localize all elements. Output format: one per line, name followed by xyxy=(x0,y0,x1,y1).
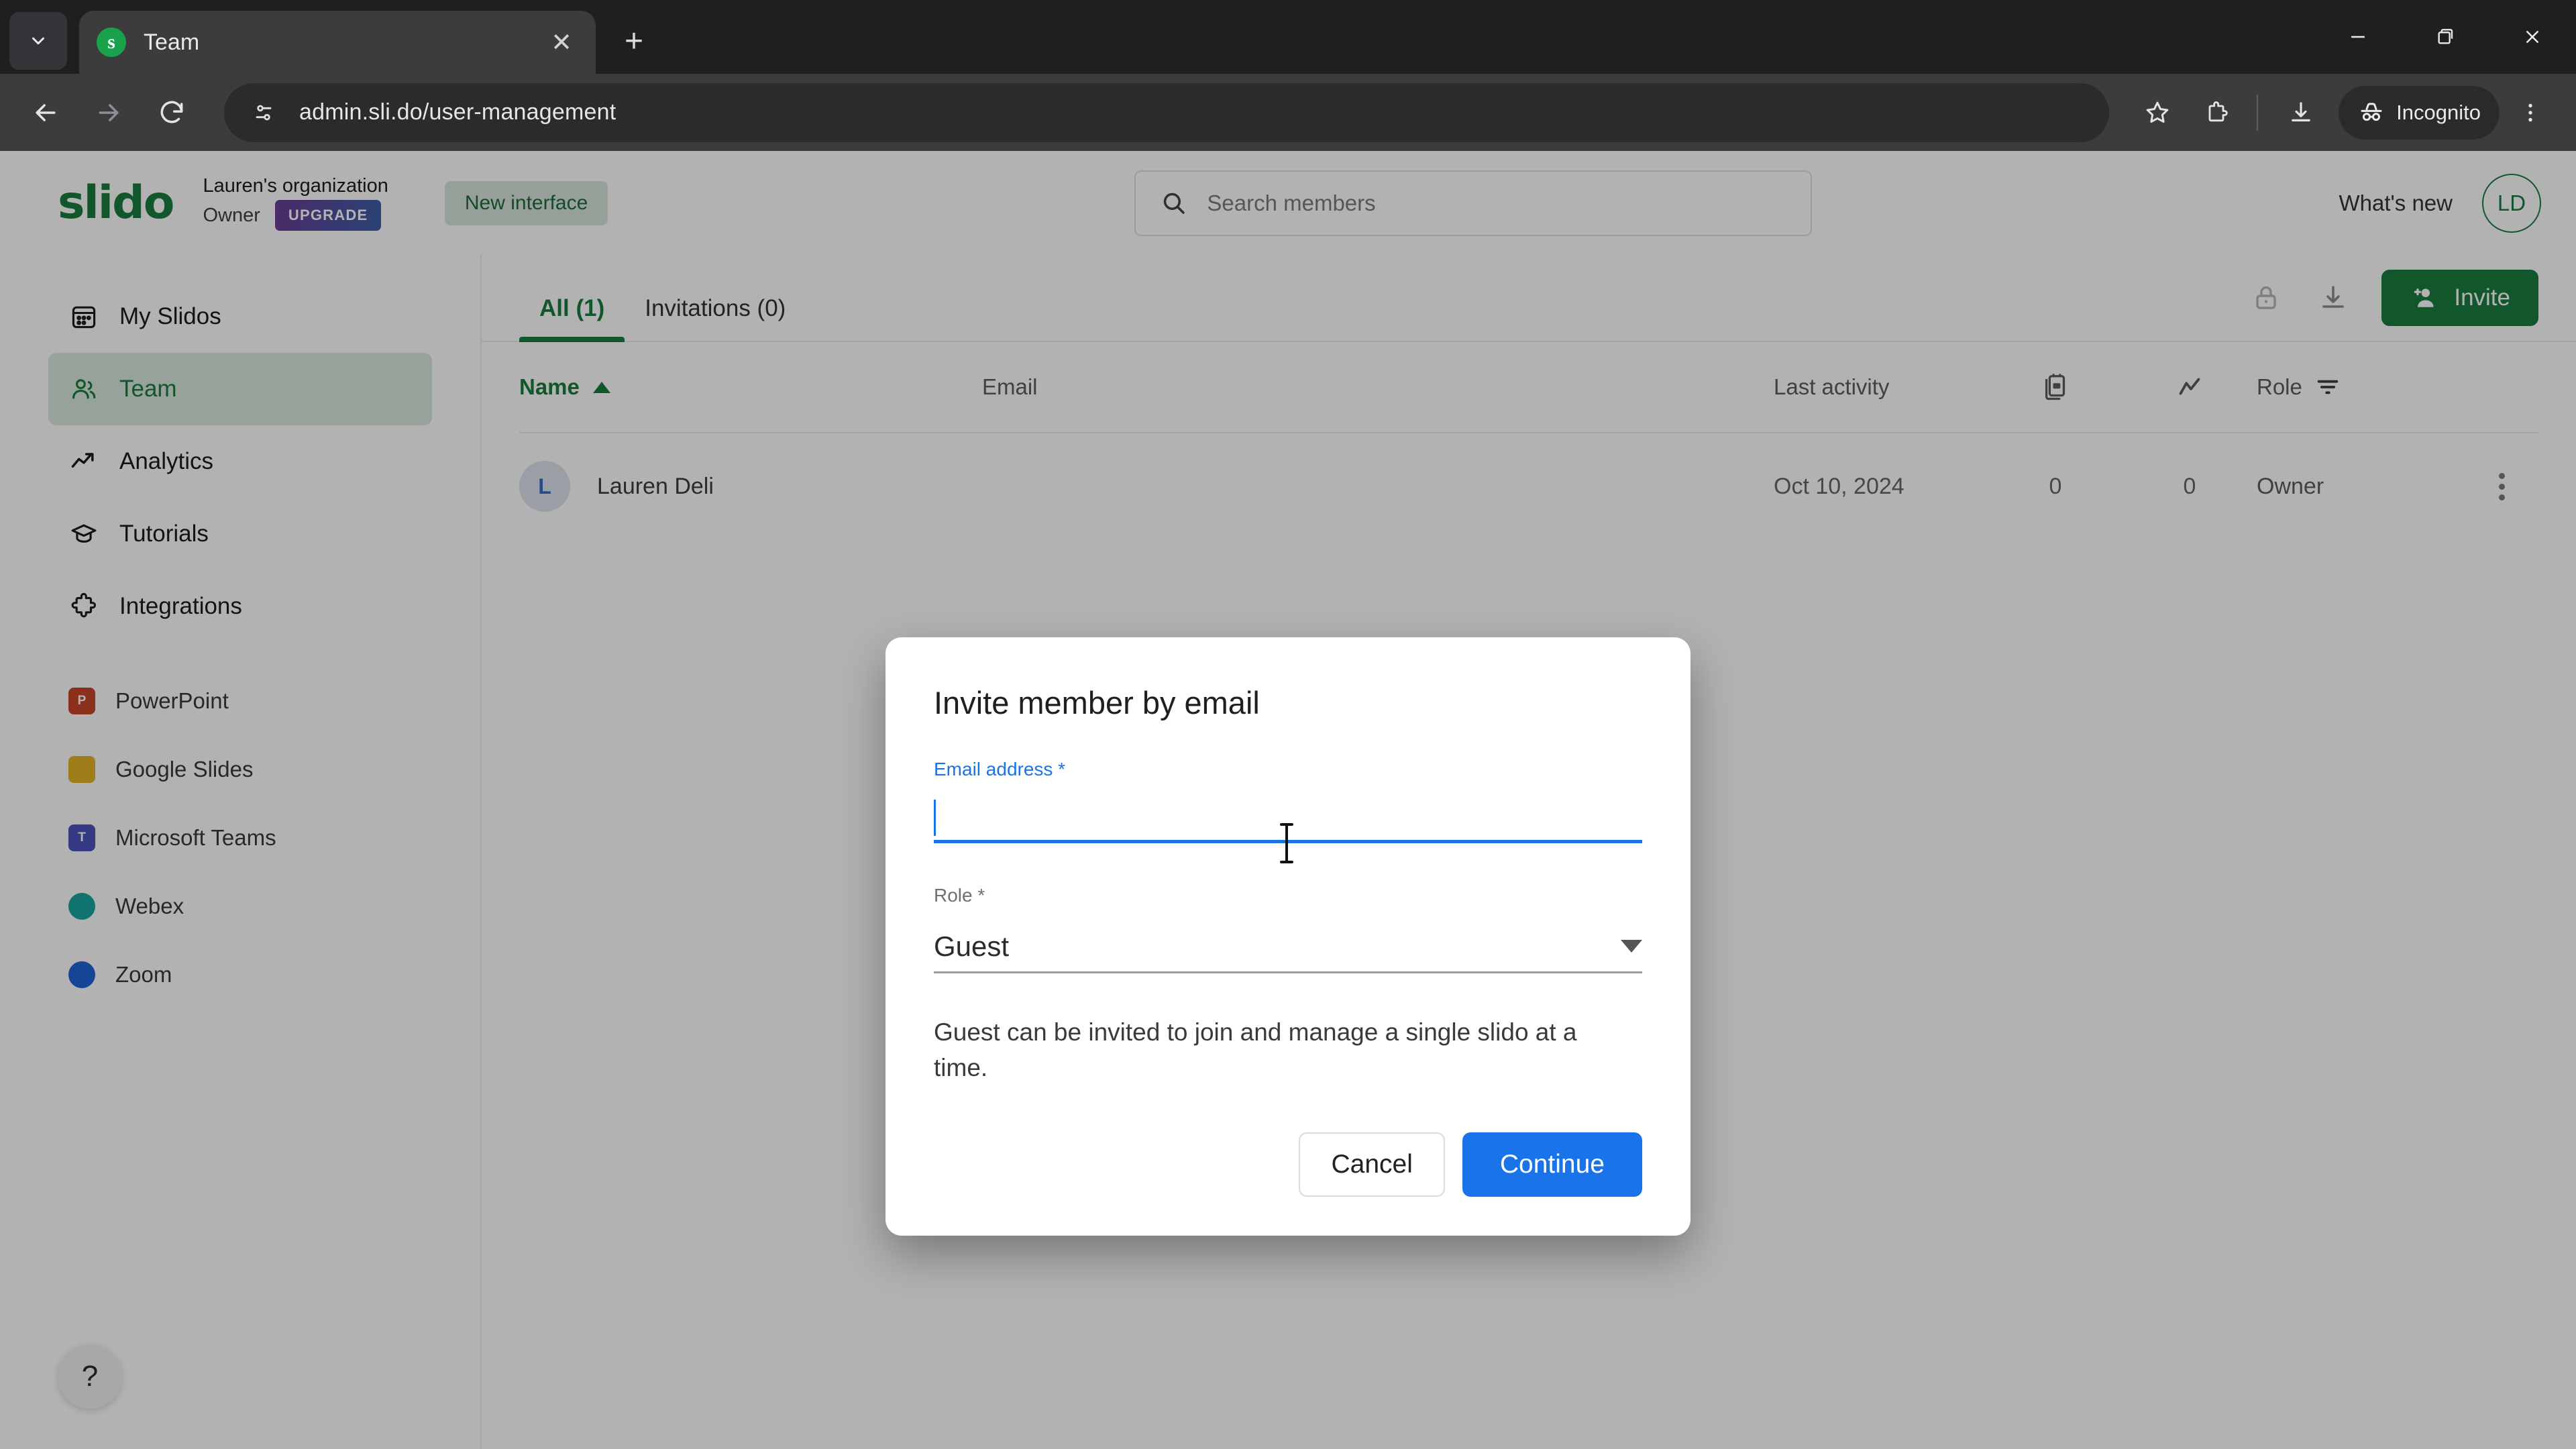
new-tab-button[interactable]: + xyxy=(610,17,657,64)
incognito-icon xyxy=(2361,102,2382,121)
maximize-icon[interactable] xyxy=(2402,0,2489,74)
arrow-right-icon xyxy=(99,103,119,121)
email-field[interactable] xyxy=(934,795,1642,843)
chevron-down-icon xyxy=(32,37,44,45)
incognito-profile-button[interactable]: Incognito xyxy=(2339,85,2500,140)
dialog-actions: Cancel Continue xyxy=(934,1132,1642,1197)
invite-member-dialog: Invite member by email Email address * R… xyxy=(885,637,1690,1236)
email-field-group: Email address * xyxy=(934,759,1642,843)
email-field-label: Email address * xyxy=(934,759,1066,780)
browser-tab-team[interactable]: s Team ✕ xyxy=(79,11,596,74)
tab-title: Team xyxy=(144,29,200,55)
page-viewport: slido Lauren's organization Owner UPGRAD… xyxy=(0,151,2576,1449)
download-icon[interactable] xyxy=(2273,85,2329,141)
forward-button[interactable] xyxy=(80,85,137,141)
back-button[interactable] xyxy=(17,85,74,141)
browser-toolbar: admin.sli.do/user-management Incognito xyxy=(0,74,2576,151)
close-window-icon[interactable] xyxy=(2489,0,2576,74)
cancel-button[interactable]: Cancel xyxy=(1299,1132,1445,1197)
dialog-title: Invite member by email xyxy=(934,685,1260,720)
extensions-icon[interactable] xyxy=(2188,85,2245,141)
tab-search-button[interactable] xyxy=(9,12,67,70)
role-selected-value: Guest xyxy=(934,930,1010,962)
role-description: Guest can be invited to join and manage … xyxy=(934,1018,1577,1081)
chevron-down-icon xyxy=(1621,940,1642,953)
browser-tab-strip: s Team ✕ + xyxy=(0,0,2576,74)
site-settings-icon[interactable] xyxy=(244,93,283,132)
role-field-label: Role * xyxy=(934,885,985,906)
window-controls xyxy=(2314,0,2576,74)
reload-button[interactable] xyxy=(144,85,200,141)
url-text: admin.sli.do/user-management xyxy=(299,99,616,125)
minimize-icon[interactable] xyxy=(2314,0,2402,74)
text-caret xyxy=(934,799,936,836)
bookmark-star-icon[interactable] xyxy=(2129,85,2186,141)
close-icon[interactable]: ✕ xyxy=(545,25,578,59)
reload-icon xyxy=(160,101,183,123)
continue-button[interactable]: Continue xyxy=(1462,1132,1642,1197)
browser-window: s Team ✕ + admin.sli.do/user-management … xyxy=(0,0,2576,1449)
arrow-left-icon xyxy=(36,103,56,121)
toolbar-divider xyxy=(2257,94,2259,131)
role-select[interactable]: Guest xyxy=(934,921,1642,973)
incognito-label: Incognito xyxy=(2396,100,2481,124)
role-field-group: Role * Guest xyxy=(934,885,1642,973)
slido-favicon-icon: s xyxy=(97,28,126,57)
browser-menu-icon[interactable] xyxy=(2502,85,2559,141)
address-bar[interactable]: admin.sli.do/user-management xyxy=(224,83,2110,142)
